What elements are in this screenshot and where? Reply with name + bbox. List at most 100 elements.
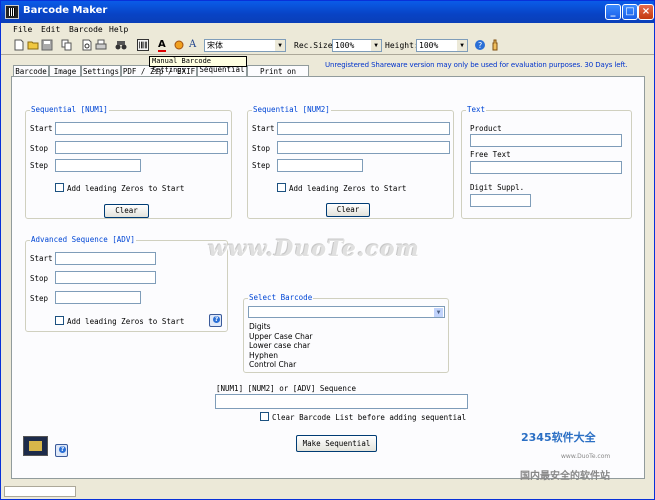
toolbar: A A 宋体 ▼ Rec.Size 100% ▼ Height: 100% ▼ ? [1, 37, 654, 55]
adv-start-input[interactable] [55, 252, 156, 265]
free-text-input[interactable] [470, 161, 622, 174]
chevron-down-icon: ▼ [457, 40, 467, 51]
minimize-icon[interactable]: _ [605, 4, 621, 20]
num2-clear-button[interactable]: Clear [326, 203, 370, 217]
sequence-label: [NUM1] [NUM2] or [ADV] Sequence [216, 384, 356, 393]
tooltip: Manual Barcode Settings [149, 56, 247, 74]
adv-leading-zeros-checkbox[interactable] [55, 316, 64, 325]
fill-color-icon[interactable] [173, 39, 185, 51]
font-icon[interactable]: A [189, 39, 196, 50]
open-folder-icon[interactable] [27, 39, 39, 51]
help-icon[interactable] [55, 444, 68, 457]
option-upper-case[interactable]: Upper Case Char [249, 332, 313, 341]
step-label: Step [30, 161, 49, 170]
option-digits[interactable]: Digits [249, 322, 271, 331]
group-title: Text [466, 105, 487, 114]
chevron-down-icon: ▼ [434, 308, 443, 317]
rec-size-select[interactable]: 100% ▼ [332, 39, 382, 52]
hand-icon[interactable] [489, 39, 501, 51]
copy-icon[interactable] [61, 39, 73, 51]
watermark-brand: 2345软件大全 [521, 431, 596, 444]
clear-list-checkbox[interactable] [260, 412, 269, 421]
sequential-num1-group: Sequential [NUM1] Start Stop Step Add le… [25, 105, 232, 219]
menu-barcode[interactable]: Barcode [69, 25, 103, 34]
digit-suppl-input[interactable] [470, 194, 531, 207]
group-title: Select Barcode [248, 293, 314, 302]
window-title: Barcode Maker [23, 5, 108, 16]
rec-size-value: 100% [335, 41, 355, 50]
free-text-label: Free Text [470, 150, 511, 159]
num1-leading-zeros-checkbox[interactable] [55, 183, 64, 192]
product-input[interactable] [470, 134, 622, 147]
checkbox-label: Add leading Zeros to Start [67, 317, 185, 326]
status-pane [4, 486, 76, 497]
advanced-sequence-group: Advanced Sequence [ADV] Start Stop Step … [25, 235, 228, 332]
menu-edit[interactable]: Edit [41, 25, 60, 34]
num2-leading-zeros-checkbox[interactable] [277, 183, 286, 192]
height-value: 100% [419, 41, 439, 50]
group-title: Sequential [NUM2] [252, 105, 331, 114]
menu-file[interactable]: File [13, 25, 32, 34]
text-group: Text Product Free Text Digit Suppl. [461, 105, 632, 219]
new-file-icon[interactable] [13, 39, 25, 51]
watermark-url: www.DuoTe.com [561, 453, 611, 460]
shareware-notice: Unregistered Shareware version may only … [325, 61, 628, 69]
font-select-value: 宋体 [207, 41, 223, 50]
height-label: Height: [385, 41, 419, 50]
chevron-down-icon: ▼ [275, 40, 285, 51]
app-icon [5, 5, 19, 19]
num1-clear-button[interactable]: Clear [104, 204, 149, 218]
start-label: Start [30, 254, 53, 263]
adv-help-icon[interactable] [209, 314, 222, 327]
stop-label: Stop [30, 144, 49, 153]
group-title: Sequential [NUM1] [30, 105, 109, 114]
status-bar [1, 484, 654, 499]
font-select[interactable]: 宋体 ▼ [204, 39, 286, 52]
sequence-input[interactable] [215, 394, 468, 409]
num2-step-input[interactable] [277, 159, 363, 172]
svg-text:?: ? [478, 41, 482, 50]
start-label: Start [252, 124, 275, 133]
maximize-icon[interactable]: □ [622, 4, 638, 20]
height-select[interactable]: 100% ▼ [416, 39, 468, 52]
group-title: Advanced Sequence [ADV] [30, 235, 136, 244]
step-label: Step [30, 294, 49, 303]
barcode-settings-icon[interactable] [137, 39, 149, 51]
option-lower-case[interactable]: Lower case char [249, 341, 310, 350]
close-icon[interactable]: × [638, 4, 654, 20]
start-label: Start [30, 124, 53, 133]
checkbox-label: Add leading Zeros to Start [67, 184, 185, 193]
save-icon[interactable] [41, 39, 53, 51]
chevron-down-icon: ▼ [371, 40, 381, 51]
select-barcode-dropdown[interactable]: ▼ [248, 306, 445, 318]
step-label: Step [252, 161, 271, 170]
rec-size-label: Rec.Size [294, 41, 333, 50]
menu-help[interactable]: Help [109, 25, 128, 34]
stop-label: Stop [252, 144, 271, 153]
menu-bar: File Edit Barcode Help [1, 23, 654, 37]
print-preview-icon[interactable] [81, 39, 93, 51]
num1-step-input[interactable] [55, 159, 141, 172]
option-control-char[interactable]: Control Char [249, 360, 296, 369]
make-sequential-button[interactable]: Make Sequential [296, 435, 377, 452]
title-bar: Barcode Maker _ □ × [1, 1, 654, 23]
digit-suppl-label: Digit Suppl. [470, 183, 525, 192]
num2-start-input[interactable] [277, 122, 450, 135]
checkbox-label: Add leading Zeros to Start [289, 184, 407, 193]
num1-start-input[interactable] [55, 122, 228, 135]
help-icon[interactable]: ? [474, 39, 486, 51]
adv-stop-input[interactable] [55, 271, 156, 284]
clear-list-label: Clear Barcode List before adding sequent… [272, 413, 467, 422]
num2-stop-input[interactable] [277, 141, 450, 154]
select-barcode-group: Select Barcode ▼ Digits Upper Case Char … [243, 293, 449, 373]
num1-stop-input[interactable] [55, 141, 228, 154]
watermark-text: www.DuoTe.com [208, 236, 420, 262]
binoculars-icon[interactable] [115, 39, 127, 51]
print-icon[interactable] [95, 39, 107, 51]
option-hyphen[interactable]: Hyphen [249, 351, 278, 360]
app-window: Barcode Maker _ □ × File Edit Barcode He… [0, 0, 655, 500]
barcode-preview-icon[interactable] [23, 436, 48, 456]
adv-step-input[interactable] [55, 291, 141, 304]
font-color-icon[interactable]: A [158, 39, 166, 52]
watermark-slogan: 国内最安全的软件站 [520, 471, 610, 482]
